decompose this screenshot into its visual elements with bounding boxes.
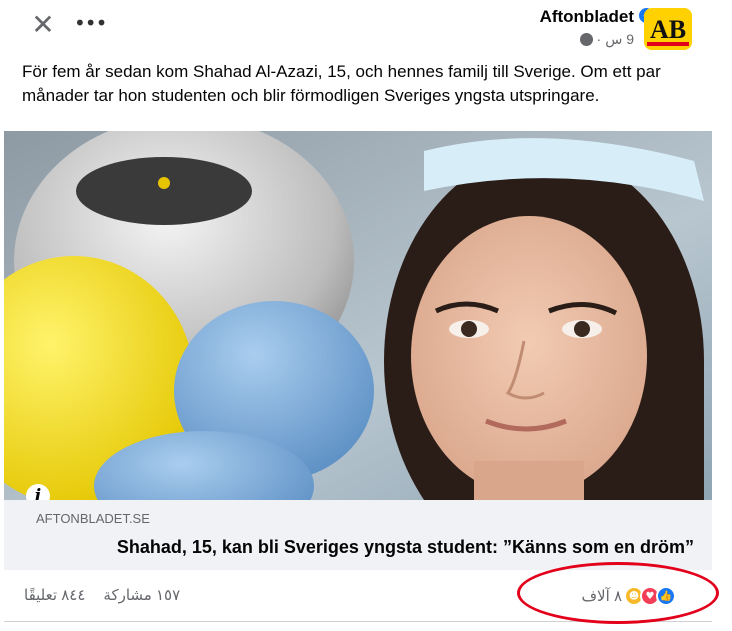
globe-icon	[579, 32, 593, 46]
engagement-stats: ١٥٧ مشاركة ٨٤٤ تعليقًا	[24, 586, 180, 604]
post-meta: 9 س ·	[579, 30, 634, 48]
page-name-link[interactable]: Aftonbladet	[540, 7, 634, 27]
post-card: ✕ ••• Aftonbladet ✓ 9 س · AB För fem år …	[0, 0, 732, 631]
post-time[interactable]: 9 س	[605, 31, 634, 48]
link-title[interactable]: Shahad, 15, kan bli Sveriges yngsta stud…	[117, 537, 694, 558]
page-avatar[interactable]: AB	[644, 8, 692, 50]
red-annotation-circle	[517, 562, 719, 624]
shares-count[interactable]: ١٥٧ مشاركة	[103, 586, 180, 604]
link-preview[interactable]: AFTONBLADET.SE Shahad, 15, kan bli Sveri…	[4, 500, 712, 570]
meta-separator: ·	[596, 31, 602, 47]
post-text: För fem år sedan kom Shahad Al-Azazi, 15…	[22, 62, 661, 105]
close-button[interactable]: ✕	[30, 11, 56, 39]
link-domain: AFTONBLADET.SE	[36, 511, 150, 526]
post-image[interactable]	[4, 131, 712, 500]
avatar-logo-text: AB	[650, 15, 686, 44]
more-options-button[interactable]: •••	[74, 10, 107, 36]
comments-count[interactable]: ٨٤٤ تعليقًا	[24, 586, 85, 604]
